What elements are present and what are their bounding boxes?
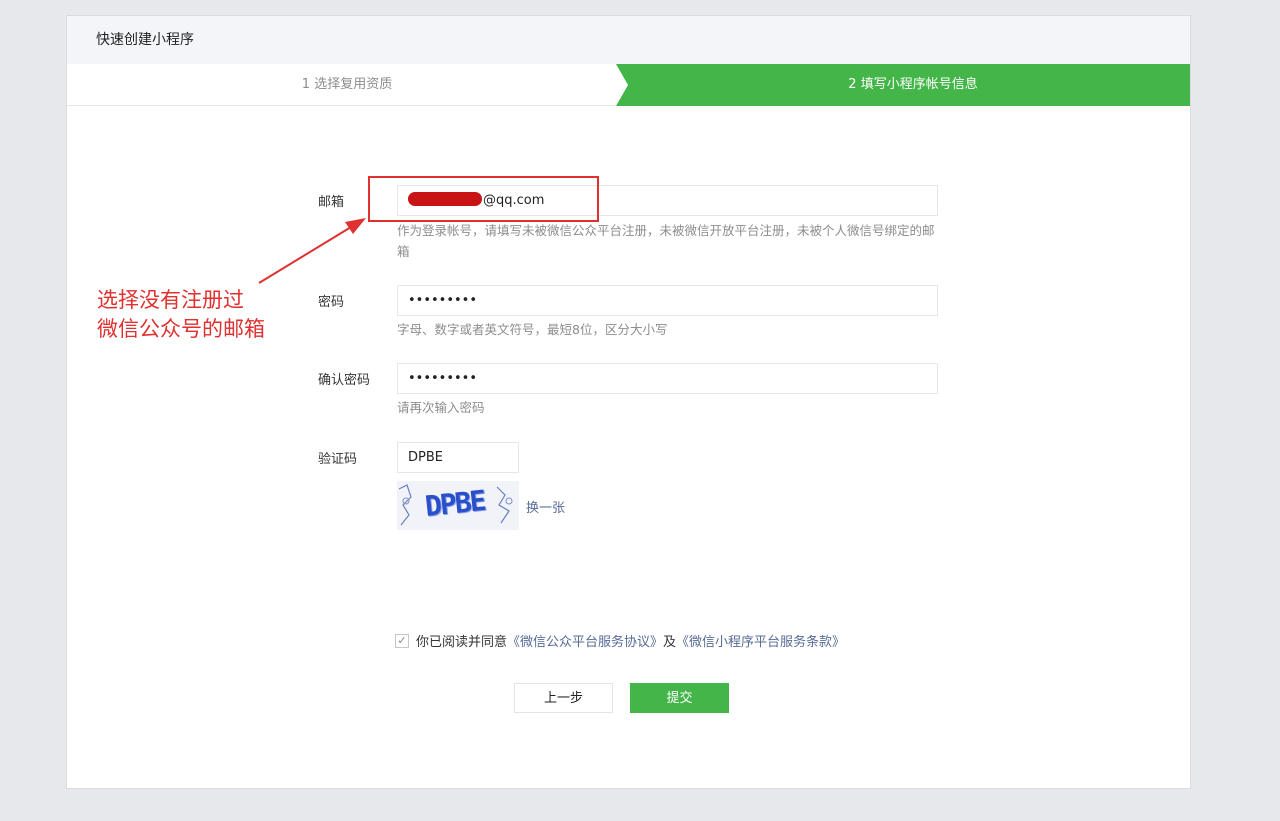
confirm-password-hint: 请再次输入密码 bbox=[397, 400, 485, 415]
captcha-image-text: DPBE bbox=[423, 483, 486, 524]
annotation-text: 选择没有注册过 微信公众号的邮箱 bbox=[97, 286, 265, 344]
agreement-middle: 及 bbox=[663, 635, 677, 650]
email-label: 邮箱 bbox=[318, 195, 345, 210]
annotation-line-1: 选择没有注册过 bbox=[97, 288, 244, 312]
password-hint: 字母、数字或者英文符号，最短8位，区分大小写 bbox=[397, 322, 668, 337]
create-miniprogram-panel: 快速创建小程序 1 选择复用资质 2 填写小程序帐号信息 bbox=[66, 15, 1191, 789]
captcha-label: 验证码 bbox=[318, 452, 358, 467]
email-hint: 作为登录帐号，请填写未被微信公众平台注册，未被微信开放平台注册，未被个人微信号绑… bbox=[397, 223, 935, 259]
terms-link[interactable]: 《微信小程序平台服务条款》 bbox=[676, 631, 845, 650]
panel-title: 快速创建小程序 bbox=[67, 16, 1190, 64]
captcha-image[interactable]: DPBE bbox=[397, 481, 519, 530]
confirm-password-label: 确认密码 bbox=[318, 373, 371, 388]
password-field[interactable]: ••••••••• bbox=[397, 285, 938, 316]
agreement-checkbox[interactable]: ✓ bbox=[395, 633, 409, 648]
step-2-active: 2 填写小程序帐号信息 bbox=[616, 64, 1190, 106]
step-indicator: 1 选择复用资质 2 填写小程序帐号信息 bbox=[67, 64, 1190, 106]
annotation-line-2: 微信公众号的邮箱 bbox=[97, 317, 265, 341]
captcha-input[interactable]: DPBE bbox=[397, 442, 519, 473]
agreement-prefix: 你已阅读并同意 bbox=[416, 635, 508, 650]
step-1: 1 选择复用资质 bbox=[301, 77, 393, 92]
submit-button[interactable]: 提交 bbox=[630, 683, 729, 713]
prev-step-button[interactable]: 上一步 bbox=[514, 683, 613, 713]
password-label: 密码 bbox=[318, 295, 345, 310]
agreement-row: ✓ 你已阅读并同意 《微信公众平台服务协议》 及 《微信小程序平台服务条款》 bbox=[395, 631, 845, 650]
refresh-captcha-link[interactable]: 换一张 bbox=[526, 497, 565, 516]
confirm-password-field[interactable]: ••••••••• bbox=[397, 363, 938, 394]
annotation-highlight-box bbox=[368, 176, 599, 222]
service-agreement-link[interactable]: 《微信公众平台服务协议》 bbox=[507, 631, 663, 650]
